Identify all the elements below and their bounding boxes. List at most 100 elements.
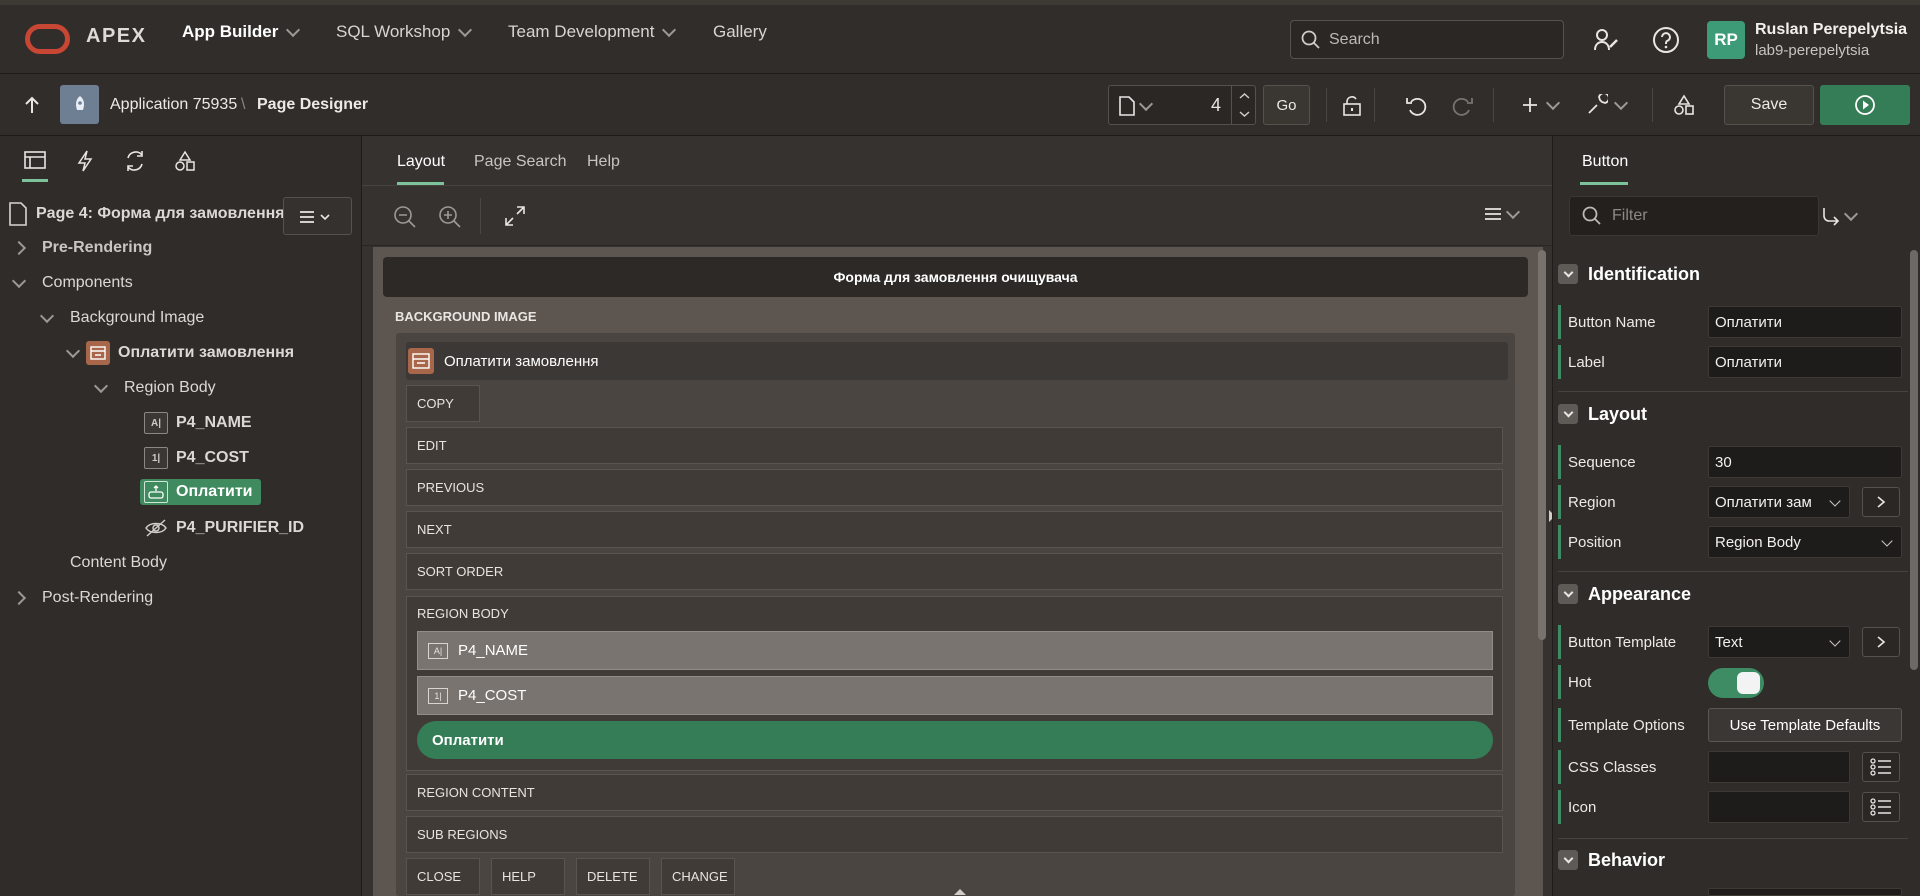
section-layout[interactable]: Layout xyxy=(1558,395,1908,433)
property-scrollbar[interactable] xyxy=(1910,250,1918,670)
tree-item-p4-purifier-id[interactable]: P4_PURIFIER_ID xyxy=(144,517,304,539)
tab-help[interactable]: Help xyxy=(587,153,620,171)
tree-item-pay-button[interactable]: Оплатити xyxy=(140,479,261,505)
zoom-in-icon[interactable] xyxy=(438,205,462,229)
run-page-button[interactable] xyxy=(1820,85,1910,125)
collapse-bottom-handle[interactable] xyxy=(954,889,966,895)
region-header[interactable]: Оплатити замовлення xyxy=(406,342,1508,380)
toolbar-divider xyxy=(1374,88,1375,122)
tree-components[interactable]: Components xyxy=(11,273,133,292)
tab-layout[interactable]: Layout xyxy=(397,153,445,171)
template-goto-button[interactable] xyxy=(1862,627,1900,657)
page-number[interactable]: 4 xyxy=(1171,95,1221,116)
slot-delete[interactable]: DELETE xyxy=(576,858,650,895)
apex-brand[interactable]: APEX xyxy=(86,25,146,48)
tab-rendering[interactable] xyxy=(22,150,48,182)
position-select[interactable]: Region Body xyxy=(1708,526,1902,558)
canvas-scrollbar[interactable] xyxy=(1538,250,1546,640)
tab-button-properties[interactable]: Button xyxy=(1582,153,1628,171)
page-selector-field[interactable]: 4 xyxy=(1108,85,1256,125)
tree-pre-rendering[interactable]: Pre-Rendering xyxy=(11,239,152,257)
nav-sql-workshop[interactable]: SQL Workshop xyxy=(336,22,473,42)
tree-page-node[interactable]: Page 4: Форма для замовлення оч xyxy=(8,202,308,226)
slot-next[interactable]: NEXT xyxy=(406,511,1503,548)
slot-region-content[interactable]: REGION CONTENT xyxy=(406,774,1503,811)
canvas-pay-button[interactable]: Оплатити xyxy=(417,721,1493,759)
canvas-item-p4-name[interactable]: A| P4_NAME xyxy=(417,631,1493,670)
save-button[interactable]: Save xyxy=(1724,85,1814,125)
section-appearance[interactable]: Appearance xyxy=(1558,575,1908,613)
chevron-down-icon xyxy=(458,22,473,37)
layout-menu-button[interactable] xyxy=(1484,204,1521,222)
nav-app-builder-label: App Builder xyxy=(182,22,279,41)
button-template-select[interactable]: Text xyxy=(1708,626,1850,658)
slot-edit[interactable]: EDIT xyxy=(406,427,1503,464)
user-avatar[interactable]: RP xyxy=(1707,21,1745,59)
button-name-field[interactable]: Оплатити xyxy=(1708,306,1902,338)
tree-selected-item[interactable]: Оплатити xyxy=(140,479,261,505)
slot-previous[interactable]: PREVIOUS xyxy=(406,469,1503,506)
tree-background-image[interactable]: Background Image xyxy=(39,308,204,327)
nav-app-builder[interactable]: App Builder xyxy=(182,22,301,42)
css-classes-list-button[interactable] xyxy=(1862,752,1900,782)
region-select[interactable]: Оплатити зам xyxy=(1708,486,1850,518)
sequence-field[interactable]: 30 xyxy=(1708,446,1902,478)
lock-page-icon[interactable] xyxy=(1341,95,1363,117)
create-menu-button[interactable] xyxy=(1520,95,1561,115)
redo-icon[interactable] xyxy=(1450,94,1474,118)
slot-change[interactable]: CHANGE xyxy=(661,858,735,895)
breadcrumb-application[interactable]: Application 75935 xyxy=(110,96,237,114)
slot-help[interactable]: HELP xyxy=(491,858,565,895)
slot-copy[interactable]: COPY xyxy=(406,385,480,422)
behavior-field-partial[interactable] xyxy=(1708,888,1902,896)
nav-team-development[interactable]: Team Development xyxy=(508,22,677,42)
go-button[interactable]: Go xyxy=(1263,85,1310,125)
canvas-item-p4-cost[interactable]: 1| P4_COST xyxy=(417,676,1493,715)
tab-shared-components[interactable] xyxy=(174,150,196,172)
prop-label: Position xyxy=(1568,533,1622,551)
section-identification[interactable]: Identification xyxy=(1558,255,1908,293)
tab-page-search[interactable]: Page Search xyxy=(474,153,567,171)
use-template-defaults-button[interactable]: Use Template Defaults xyxy=(1708,708,1902,742)
arrow-up-icon[interactable] xyxy=(24,96,40,114)
icon-list-button[interactable] xyxy=(1862,792,1900,822)
go-to-group-button[interactable] xyxy=(1820,206,1859,226)
collapse-icon[interactable] xyxy=(1558,584,1578,604)
nav-gallery[interactable]: Gallery xyxy=(713,22,767,42)
tree-region-node[interactable]: Оплатити замовлення xyxy=(65,341,294,365)
tree-item-p4-cost[interactable]: 1| P4_COST xyxy=(144,447,249,469)
page-number-stepper[interactable] xyxy=(1231,86,1256,124)
undo-icon[interactable] xyxy=(1405,94,1429,118)
utilities-menu-button[interactable] xyxy=(1586,94,1629,116)
tree-item-p4-name[interactable]: A| P4_NAME xyxy=(144,412,252,434)
slot-sub-regions[interactable]: SUB REGIONS xyxy=(406,816,1503,853)
css-classes-field[interactable] xyxy=(1708,751,1850,783)
administration-wrench-icon[interactable] xyxy=(1592,27,1620,53)
region-goto-button[interactable] xyxy=(1862,487,1900,517)
tree-post-rendering[interactable]: Post-Rendering xyxy=(11,589,153,607)
slot-sort-order[interactable]: SORT ORDER xyxy=(406,553,1503,590)
section-behavior[interactable]: Behavior xyxy=(1558,841,1908,879)
slot-close[interactable]: CLOSE xyxy=(406,858,480,895)
help-icon[interactable] xyxy=(1652,26,1680,54)
property-filter-input[interactable]: Filter xyxy=(1569,196,1819,236)
shared-components-icon[interactable] xyxy=(1673,94,1695,116)
oracle-logo-icon[interactable] xyxy=(25,24,70,54)
toolbar-divider xyxy=(1326,88,1327,122)
collapse-icon[interactable] xyxy=(1558,264,1578,284)
expand-icon[interactable] xyxy=(504,205,526,227)
global-search-input[interactable]: Search xyxy=(1290,20,1564,59)
tab-processing[interactable] xyxy=(124,150,146,172)
application-icon[interactable] xyxy=(60,85,99,124)
collapse-icon[interactable] xyxy=(1558,850,1578,870)
label-field[interactable]: Оплатити xyxy=(1708,346,1902,378)
icon-field[interactable] xyxy=(1708,791,1850,823)
user-name[interactable]: Ruslan Perepelytsia xyxy=(1755,21,1907,39)
zoom-out-icon[interactable] xyxy=(393,205,417,229)
collapse-icon[interactable] xyxy=(1558,404,1578,424)
layout-toolbar xyxy=(362,186,1552,246)
tree-region-body[interactable]: Region Body xyxy=(93,378,216,397)
tab-dynamic-actions[interactable] xyxy=(76,150,94,172)
tree-content-body[interactable]: Content Body xyxy=(70,554,167,572)
tree-menu-button[interactable] xyxy=(283,197,352,235)
